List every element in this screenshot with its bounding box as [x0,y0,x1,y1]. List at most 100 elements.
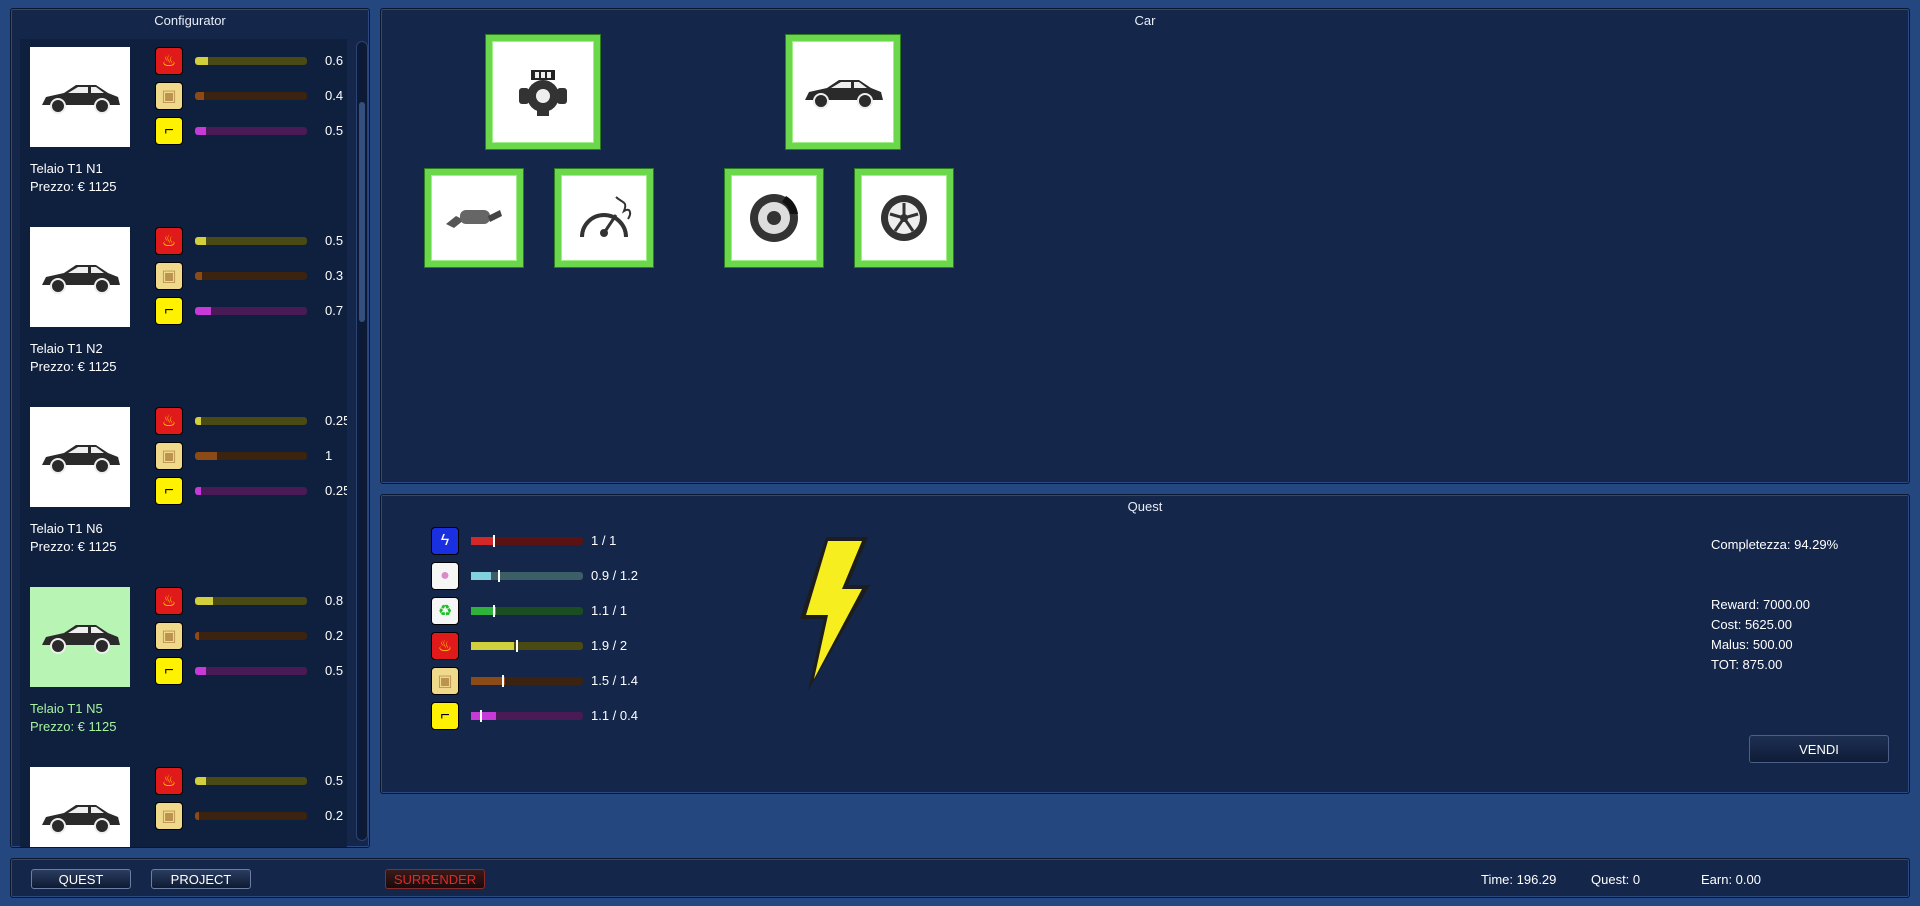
brakes-slot[interactable] [725,169,823,267]
sunglasses-icon: ⌐ [431,702,459,730]
car-thumbnail[interactable] [30,227,130,327]
target-marker [497,570,500,582]
quest-row: ϟ 1 / 1 [431,527,691,555]
target-marker [493,605,496,617]
stat-bar [195,777,307,785]
exhaust-icon [446,210,502,228]
project-button[interactable]: PROJECT [151,869,251,889]
configurator-list[interactable]: ♨ 0.6 ▣ 0.4 ⌐ 0.5 Telaio T1 N1 Prezzo: € 1125 ♨ 0… [20,39,347,847]
quest-panel: Quest ϟ 1 / 1 ● 0.9 / 1.2 ♻ 1.1 / 1 ♨ 1.9 / 2 ▣ 1… [380,494,1910,794]
stat-bar-fill [195,127,207,135]
engine-slot[interactable] [486,35,600,149]
lightning-icon [800,537,870,691]
turbo-gauge-icon [580,196,632,238]
target-marker [515,640,518,652]
brake-disc-icon [750,194,798,242]
stat-bar [195,307,307,315]
quest-bar [471,710,583,722]
reward-text: Reward: 7000.00 [1711,597,1811,612]
stat-value: 0.25 [325,483,347,498]
quest-bar-fill [471,642,514,650]
item-name: Telaio T1 N5 [30,701,103,716]
stat-bar [195,667,307,675]
item-price: Prezzo: € 1125 [30,179,117,194]
item-name: Telaio T1 N1 [30,161,103,176]
configurator-item[interactable]: ♨ 0.5 ▣ 0.3 ⌐ 0.7 Telaio T1 N2 Prezzo: € 1125 [20,219,347,399]
car-body-icon [42,625,120,654]
target-marker [479,710,482,722]
stat-bar-fill [195,417,201,425]
stat-bar [195,487,307,495]
quest-row: ⌐ 1.1 / 0.4 [431,702,691,730]
quest-bar [471,535,583,547]
stat-row: ▣ 0.2 [155,622,345,650]
stat-bar [195,237,307,245]
fire-icon: ♨ [155,407,183,435]
quest-row: ♻ 1.1 / 1 [431,597,691,625]
fire-icon: ♨ [155,587,183,615]
stat-value: 0.5 [325,663,344,678]
body-slot[interactable] [786,35,900,149]
turbo-slot[interactable] [555,169,653,267]
configurator-title: Configurator [154,13,226,28]
fire-icon: ♨ [155,227,183,255]
stat-bar-fill [195,667,207,675]
stat-bar-fill [195,307,211,315]
car-panel: Car [380,8,1910,484]
stat-value: 0.7 [325,303,344,318]
surrender-button[interactable]: SURRENDER [385,869,485,889]
exhaust-slot[interactable] [425,169,523,267]
car-thumbnail[interactable] [30,407,130,507]
piggy-bank-icon: ● [431,562,459,590]
car-thumbnail[interactable] [30,47,130,147]
configurator-panel: Configurator ♨ 0.6 ▣ 0.4 ⌐ 0.5 Telaio T1 N1 Pre… [10,8,370,848]
car-body-icon [805,80,883,109]
box-icon: ▣ [155,802,183,830]
stat-value: 0.5 [325,773,344,788]
fire-icon: ♨ [155,767,183,795]
item-price: Prezzo: € 1125 [30,539,117,554]
configurator-scrollbar[interactable] [356,41,368,841]
stat-bar [195,632,307,640]
quest-bar [471,640,583,652]
quest-row: ▣ 1.5 / 1.4 [431,667,691,695]
completeness-text: Completezza: 94.29% [1711,537,1839,552]
configurator-item[interactable]: ♨ 0.8 ▣ 0.2 ⌐ 0.5 Telaio T1 N5 Prezzo: € 1125 [20,579,347,759]
quest-row: ● 0.9 / 1.2 [431,562,691,590]
configurator-item[interactable]: ♨ 0.25 ▣ 1 ⌐ 0.25 Telaio T1 N6 Prezzo: € 1125 [20,399,347,579]
stat-value: 0.4 [325,88,344,103]
sunglasses-icon: ⌐ [155,657,183,685]
item-price: Prezzo: € 1125 [30,719,117,734]
stat-bar [195,127,307,135]
stat-bar-fill [195,777,207,785]
car-body-icon [42,85,120,114]
stat-bar [195,812,307,820]
quest-bar-fill [471,537,494,545]
quest-value: 1.1 / 1 [591,603,628,618]
configurator-item[interactable]: ♨ 0.5 ▣ 0.2 [20,759,347,847]
stat-value: 0.5 [325,233,344,248]
box-icon: ▣ [155,442,183,470]
stat-row: ♨ 0.5 [155,767,345,795]
box-icon: ▣ [155,82,183,110]
quest-bar [471,675,583,687]
total-text: TOT: 875.00 [1711,657,1783,672]
stat-bar [195,92,307,100]
item-name: Telaio T1 N6 [30,521,103,536]
stat-row: ▣ 1 [155,442,345,470]
scrollbar-thumb[interactable] [359,102,365,322]
sunglasses-icon: ⌐ [155,477,183,505]
car-thumbnail[interactable] [30,587,130,687]
quest-button[interactable]: QUEST [31,869,131,889]
recycle-icon: ♻ [431,597,459,625]
configurator-item[interactable]: ♨ 0.6 ▣ 0.4 ⌐ 0.5 Telaio T1 N1 Prezzo: € 1125 [20,39,347,219]
wheels-slot[interactable] [855,169,953,267]
stat-bar [195,272,307,280]
stat-bar-fill [195,237,207,245]
quest-bar [471,570,583,582]
stat-value: 0.3 [325,268,344,283]
sell-button[interactable]: VENDI [1749,735,1889,763]
stat-bar-fill [195,272,202,280]
car-thumbnail[interactable] [30,767,130,847]
stat-row: ▣ 0.2 [155,802,345,830]
